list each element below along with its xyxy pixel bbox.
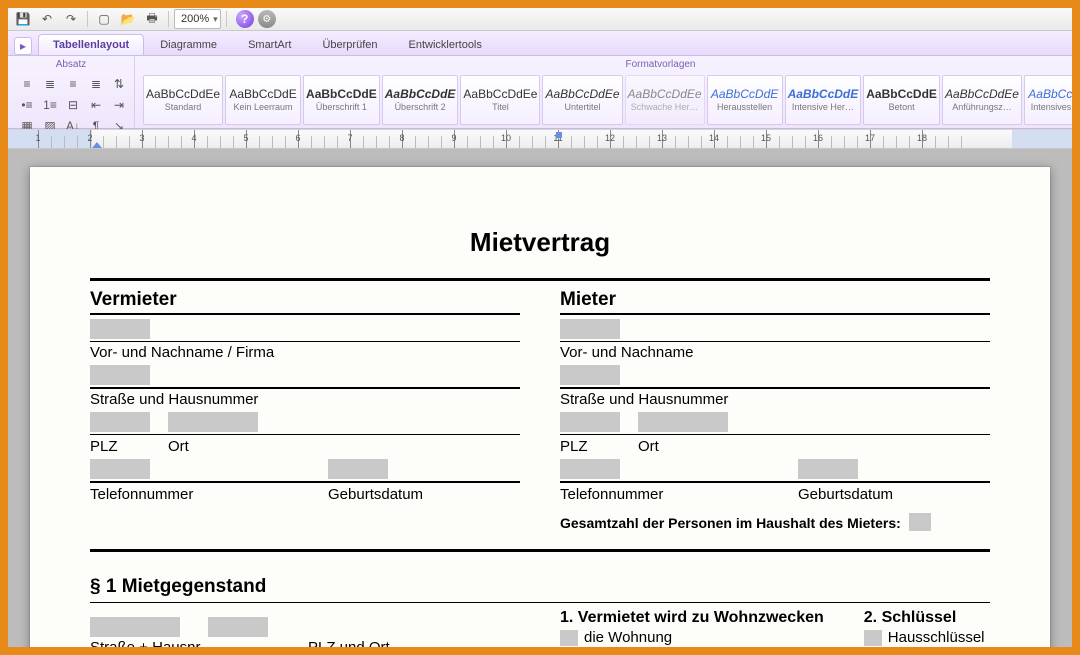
field-label: die Wohnung <box>584 629 672 646</box>
input-placeholder[interactable] <box>90 412 150 432</box>
field-label: Ort <box>638 438 659 455</box>
input-placeholder[interactable] <box>560 319 620 339</box>
style-tile[interactable]: AaBbCcDdEÜberschrift 2 <box>382 75 459 125</box>
page: Mietvertrag Vermieter Vor- und Nachname … <box>30 167 1050 647</box>
numbering-icon[interactable]: 1≡ <box>38 94 62 116</box>
ribbon-tab[interactable]: SmartArt <box>233 34 306 55</box>
bullets-icon[interactable]: •≡ <box>15 94 39 116</box>
paragraph-heading: § 1 Mietgegenstand <box>90 576 990 598</box>
field-label: Straße und Hausnummer <box>90 391 520 408</box>
ribbon-tab[interactable]: Tabellenlayout <box>38 34 144 55</box>
style-tile[interactable]: AaBbCcDdEBetont <box>863 75 940 125</box>
input-placeholder[interactable] <box>909 513 931 531</box>
align-center-icon[interactable]: ≣ <box>38 73 62 95</box>
word-window: 💾 ↶ ↷ ▢ 📂 🖶 200% ▾ ? ⚙ ▸ TabellenlayoutD… <box>8 8 1072 647</box>
justify-icon[interactable]: ≣ <box>84 73 108 95</box>
open-icon[interactable]: 📂 <box>117 9 139 29</box>
numbered-heading: 2. Schlüssel <box>864 609 985 627</box>
field-label: Hausschlüssel <box>888 629 985 646</box>
field-label: Telefonnummer <box>90 486 310 503</box>
ribbon-tab[interactable]: Entwicklertools <box>394 34 497 55</box>
input-placeholder[interactable] <box>90 459 150 479</box>
style-tile[interactable]: AaBbCcDdEeStandard <box>143 75 223 125</box>
field-label: Vor- und Nachname / Firma <box>90 344 520 361</box>
input-placeholder[interactable] <box>560 459 620 479</box>
zoom-value: 200% <box>181 13 209 25</box>
decrease-indent-icon[interactable]: ⇤ <box>84 94 108 116</box>
print-icon[interactable]: 🖶 <box>141 9 163 29</box>
field-label: Geburtsdatum <box>328 486 423 503</box>
undo-icon[interactable]: ↶ <box>36 9 58 29</box>
increase-indent-icon[interactable]: ⇥ <box>107 94 131 116</box>
group-label: Absatz <box>14 58 128 72</box>
field-label: Vor- und Nachname <box>560 344 990 361</box>
input-placeholder[interactable] <box>208 617 268 637</box>
input-placeholder[interactable] <box>798 459 858 479</box>
first-line-indent-marker[interactable] <box>92 142 102 148</box>
field-label: Straße und Hausnummer <box>560 391 990 408</box>
group-absatz: Absatz ≡ ≣ ≡ ≣ ⇅ •≡ 1≡ ⊟ ⇤ ⇥ ▦ ▨ A↓ ¶ <box>8 56 135 128</box>
new-doc-icon[interactable]: ▢ <box>93 9 115 29</box>
field-label: Geburtsdatum <box>798 486 893 503</box>
field-label: Ort <box>168 438 189 455</box>
section-heading: Mieter <box>560 289 990 311</box>
document-title: Mietvertrag <box>90 227 990 258</box>
ribbon-tab[interactable]: Überprüfen <box>307 34 392 55</box>
vermieter-column: Vermieter Vor- und Nachname / Firma Stra… <box>90 289 520 531</box>
help-icon[interactable]: ? <box>236 10 254 28</box>
style-tile[interactable]: AaBbCcDdEKein Leerraum <box>225 75 301 125</box>
style-tile[interactable]: AaBbCcDdEeSchwache Her… <box>625 75 705 125</box>
persons-note: Gesamtzahl der Personen im Haushalt des … <box>560 515 901 531</box>
style-tile[interactable]: AaBbCcDdEIntensives An… <box>1024 75 1080 125</box>
group-label: Formatvorlagen <box>141 58 1080 72</box>
field-label: PLZ <box>560 438 620 455</box>
input-placeholder[interactable] <box>168 412 258 432</box>
style-tile[interactable]: AaBbCcDdEeUntertitel <box>542 75 622 125</box>
group-styles: Formatvorlagen AaBbCcDdEeStandardAaBbCcD… <box>135 56 1080 128</box>
redo-icon[interactable]: ↷ <box>60 9 82 29</box>
ribbon-prev-icon[interactable]: ▸ <box>14 37 32 55</box>
input-placeholder[interactable] <box>328 459 388 479</box>
zoom-dropdown[interactable]: 200% ▾ <box>174 9 221 29</box>
field-label: Straße + Hausnr <box>90 639 290 647</box>
align-right-icon[interactable]: ≡ <box>61 73 85 95</box>
document-viewport[interactable]: Mietvertrag Vermieter Vor- und Nachname … <box>8 149 1072 647</box>
field-label: Telefonnummer <box>560 486 780 503</box>
style-tile[interactable]: AaBbCcDdEHerausstellen <box>707 75 783 125</box>
section-heading: Vermieter <box>90 289 520 311</box>
style-tile[interactable]: AaBbCcDdEeTitel <box>460 75 540 125</box>
numbered-heading: 1. Vermietet wird zu Wohnzwecken <box>560 609 824 627</box>
chevron-down-icon: ▾ <box>213 14 218 25</box>
multilevel-icon[interactable]: ⊟ <box>61 94 85 116</box>
input-placeholder[interactable] <box>90 365 150 385</box>
align-left-icon[interactable]: ≡ <box>15 73 39 95</box>
checkbox-placeholder[interactable] <box>560 630 578 646</box>
mieter-column: Mieter Vor- und Nachname Straße und Haus… <box>560 289 990 531</box>
ribbon-tab[interactable]: Diagramme <box>145 34 232 55</box>
style-tile[interactable]: AaBbCcDdEIntensive Her… <box>785 75 862 125</box>
ribbon: Absatz ≡ ≣ ≡ ≣ ⇅ •≡ 1≡ ⊟ ⇤ ⇥ ▦ ▨ A↓ ¶ <box>8 56 1072 129</box>
input-placeholder[interactable] <box>638 412 728 432</box>
style-tile[interactable]: AaBbCcDdEÜberschrift 1 <box>303 75 380 125</box>
checkbox-placeholder[interactable] <box>864 630 882 646</box>
ribbon-tab-strip: ▸ TabellenlayoutDiagrammeSmartArtÜberprü… <box>8 31 1072 56</box>
input-placeholder[interactable] <box>90 617 180 637</box>
field-label: PLZ und Ort <box>308 639 390 647</box>
tab-stop-marker[interactable] <box>556 132 562 138</box>
quick-access-toolbar: 💾 ↶ ↷ ▢ 📂 🖶 200% ▾ ? ⚙ <box>8 8 1072 31</box>
input-placeholder[interactable] <box>90 319 150 339</box>
horizontal-ruler[interactable]: 123456789101112131415161718 <box>8 129 1072 149</box>
input-placeholder[interactable] <box>560 412 620 432</box>
input-placeholder[interactable] <box>560 365 620 385</box>
save-icon[interactable]: 💾 <box>12 9 34 29</box>
style-tile[interactable]: AaBbCcDdEeAnführungsz… <box>942 75 1022 125</box>
line-spacing-icon[interactable]: ⇅ <box>107 73 131 95</box>
field-label: PLZ <box>90 438 150 455</box>
toolbox-icon[interactable]: ⚙ <box>258 10 276 28</box>
